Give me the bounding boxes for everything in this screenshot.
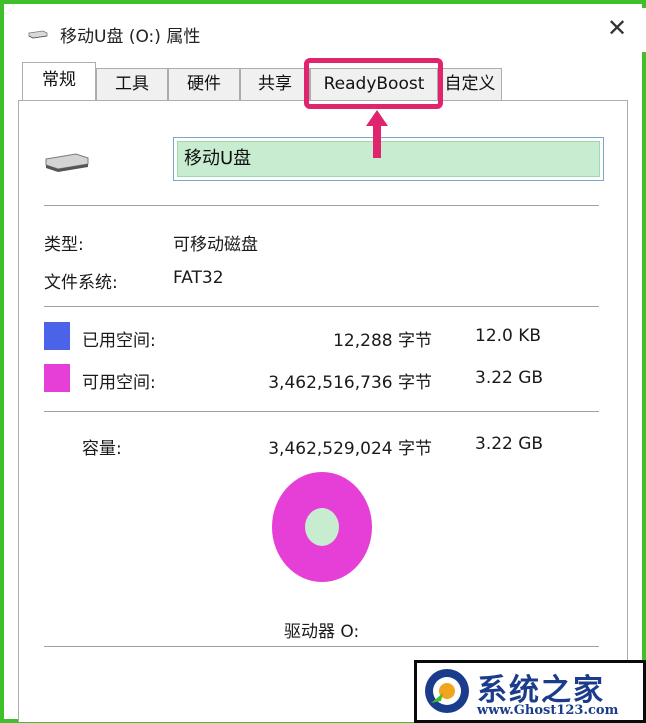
title-bar: 移动U盘 (O:) 属性 ✕ (8, 8, 646, 52)
used-space-bytes: 12,288 字节 (333, 331, 432, 351)
free-space-bytes: 3,462,516,736 字节 (268, 373, 432, 393)
free-space-size: 3.22 GB (475, 368, 544, 388)
drive-icon (45, 153, 89, 172)
filesystem-value: FAT32 (173, 268, 224, 288)
type-label: 类型: (44, 235, 84, 255)
tab-customize[interactable]: 自定义 (438, 68, 502, 100)
tab-tools[interactable]: 工具 (96, 68, 168, 100)
type-value: 可移动磁盘 (173, 235, 258, 255)
divider (44, 411, 599, 412)
divider (44, 646, 599, 647)
watermark-url: www.Ghost123.com (477, 703, 619, 718)
watermark: 系统之家 www.Ghost123.com (414, 660, 646, 723)
arrow-up-icon (366, 110, 388, 158)
close-button[interactable]: ✕ (602, 14, 632, 44)
tab-hardware[interactable]: 硬件 (168, 68, 240, 100)
readyboost-highlight (304, 58, 443, 109)
window-title: 移动U盘 (O:) 属性 (60, 27, 201, 47)
filesystem-label: 文件系统: (44, 273, 118, 293)
used-space-label: 已用空间: (82, 331, 156, 351)
capacity-bytes: 3,462,529,024 字节 (268, 439, 432, 459)
drive-letter-label: 驱动器 O: (284, 622, 360, 642)
disk-usage-donut (272, 472, 372, 582)
used-space-swatch (44, 322, 70, 350)
used-space-size: 12.0 KB (475, 326, 542, 346)
free-space-swatch (44, 364, 70, 392)
capacity-label: 容量: (82, 439, 122, 459)
capacity-size: 3.22 GB (475, 434, 544, 454)
tab-general[interactable]: 常规 (22, 62, 96, 100)
divider (44, 205, 599, 206)
usb-drive-icon (28, 30, 48, 39)
tab-sharing[interactable]: 共享 (240, 68, 310, 100)
divider (44, 306, 599, 307)
free-space-label: 可用空间: (82, 373, 156, 393)
site-logo-icon (425, 669, 469, 713)
